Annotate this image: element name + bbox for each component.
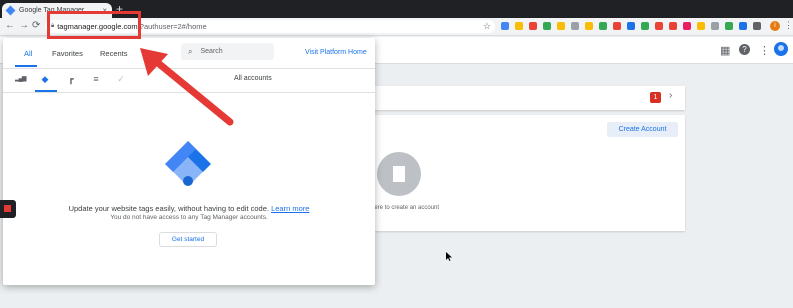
get-started-button[interactable]: Get started [159, 232, 217, 247]
create-account-hint: here to create an account [371, 205, 440, 211]
create-account-button[interactable]: Create Account [607, 122, 678, 137]
extension-icon[interactable] [753, 22, 761, 30]
apps-grid-icon[interactable]: ▦ [720, 44, 730, 57]
annotation-arrow-icon [140, 48, 234, 126]
extension-icon[interactable] [641, 22, 649, 30]
chevron-right-icon[interactable]: › [669, 90, 672, 101]
building-icon [377, 152, 421, 196]
analytics-icon[interactable]: ▂▄▆ [15, 74, 26, 84]
extension-icon[interactable] [515, 22, 523, 30]
forward-icon[interactable]: → [19, 20, 29, 31]
extension-icon[interactable] [739, 22, 747, 30]
accounts-card: Create Account here to create an account [371, 115, 685, 231]
extension-icon[interactable] [557, 22, 565, 30]
extension-icon[interactable] [697, 22, 705, 30]
tagline-text: Update your website tags easily, without… [68, 204, 269, 213]
bookmark-star-icon[interactable]: ☆ [483, 21, 491, 32]
gtm-favicon-icon [5, 5, 16, 16]
extension-icon[interactable] [711, 22, 719, 30]
notification-badge[interactable]: 1 [650, 92, 661, 103]
extension-icon[interactable] [599, 22, 607, 30]
extension-icon[interactable] [543, 22, 551, 30]
extension-icon[interactable] [683, 22, 691, 30]
tag-manager-logo-icon [165, 141, 211, 186]
tab-recents[interactable]: Recents [100, 49, 128, 58]
active-tab-indicator [15, 65, 37, 67]
mouse-cursor-icon [446, 252, 452, 261]
extension-icon[interactable] [585, 22, 593, 30]
browser-menu-icon[interactable]: ⋮ [784, 20, 793, 31]
record-stop-icon[interactable] [0, 200, 16, 218]
learn-more-link[interactable]: Learn more [271, 204, 309, 213]
url-highlight-box [47, 11, 141, 39]
data-studio-icon[interactable]: ≡ [91, 74, 101, 84]
help-icon[interactable]: ? [739, 44, 750, 55]
account-avatar[interactable] [774, 42, 788, 56]
surveys-icon[interactable]: ✓ [116, 74, 126, 84]
optimize-icon[interactable]: ┏ [66, 74, 76, 84]
visit-platform-home-link[interactable]: Visit Platform Home [305, 49, 367, 56]
extension-icon[interactable] [669, 22, 677, 30]
extension-icon[interactable] [655, 22, 663, 30]
extension-icon[interactable] [725, 22, 733, 30]
more-vert-icon[interactable]: ⋮ [759, 44, 770, 57]
extension-icon[interactable] [501, 22, 509, 30]
tagline: Update your website tags easily, without… [3, 204, 375, 213]
tag-manager-icon[interactable]: ◆ [40, 74, 50, 84]
profile-avatar[interactable]: I [770, 21, 780, 31]
extension-icon[interactable] [613, 22, 621, 30]
notifications-card: 1 › [375, 86, 685, 110]
extension-icon[interactable] [571, 22, 579, 30]
tab-favorites[interactable]: Favorites [52, 49, 83, 58]
tab-all[interactable]: All [24, 49, 32, 58]
reload-icon[interactable]: ⟳ [32, 20, 40, 31]
back-icon[interactable]: ← [5, 20, 15, 31]
extension-icon[interactable] [529, 22, 537, 30]
extension-icon[interactable] [627, 22, 635, 30]
no-access-message: You do not have access to any Tag Manage… [110, 214, 268, 221]
url-path: /?authuser=2#/home [137, 22, 207, 31]
